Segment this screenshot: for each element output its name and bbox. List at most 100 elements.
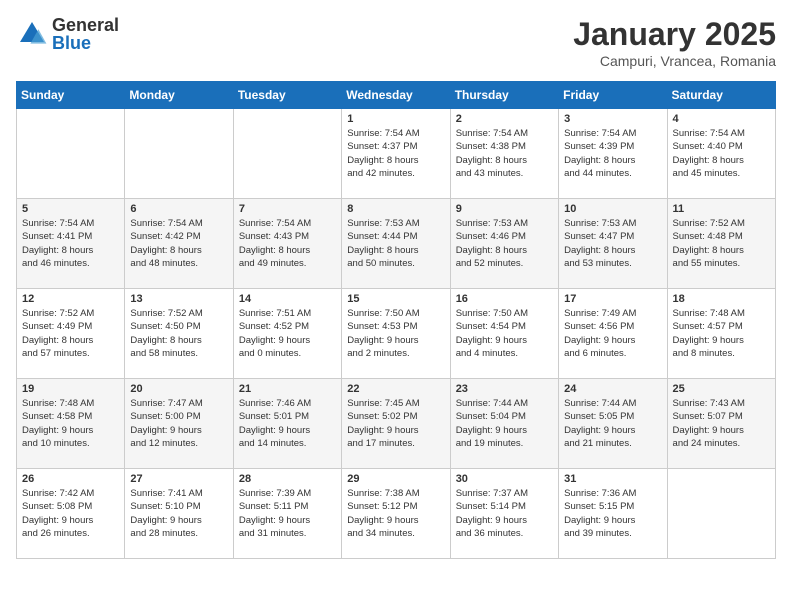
calendar-week-2: 12 Sunrise: 7:52 AM Sunset: 4:49 PM Dayli… xyxy=(17,289,776,379)
day-number: 8 xyxy=(347,203,444,215)
day-number: 27 xyxy=(130,473,227,485)
day-number: 2 xyxy=(456,113,553,125)
calendar-cell: 2 Sunrise: 7:54 AM Sunset: 4:38 PM Daylig… xyxy=(450,109,558,199)
logo-general: General xyxy=(52,16,119,34)
logo-text: General Blue xyxy=(52,16,119,52)
day-info: Sunrise: 7:50 AM Sunset: 4:53 PM Dayligh… xyxy=(347,307,444,360)
day-number: 4 xyxy=(673,113,770,125)
page-header: General Blue January 2025 Campuri, Vranc… xyxy=(16,16,776,69)
day-header-thursday: Thursday xyxy=(450,82,558,109)
calendar-cell: 31 Sunrise: 7:36 AM Sunset: 5:15 PM Dayli… xyxy=(559,469,667,559)
day-number: 19 xyxy=(22,383,119,395)
day-info: Sunrise: 7:53 AM Sunset: 4:46 PM Dayligh… xyxy=(456,217,553,270)
day-info: Sunrise: 7:54 AM Sunset: 4:42 PM Dayligh… xyxy=(130,217,227,270)
calendar-cell: 8 Sunrise: 7:53 AM Sunset: 4:44 PM Daylig… xyxy=(342,199,450,289)
logo-icon xyxy=(16,18,48,50)
day-info: Sunrise: 7:54 AM Sunset: 4:38 PM Dayligh… xyxy=(456,127,553,180)
day-number: 11 xyxy=(673,203,770,215)
day-info: Sunrise: 7:37 AM Sunset: 5:14 PM Dayligh… xyxy=(456,487,553,540)
day-number: 16 xyxy=(456,293,553,305)
calendar-cell: 29Sunrise: 7:38 AM Sunset: 5:12 PM Dayli… xyxy=(342,469,450,559)
calendar-cell: 21 Sunrise: 7:46 AM Sunset: 5:01 PM Dayli… xyxy=(233,379,341,469)
calendar-cell: 17 Sunrise: 7:49 AM Sunset: 4:56 PM Dayli… xyxy=(559,289,667,379)
day-number: 25 xyxy=(673,383,770,395)
calendar-cell: 12 Sunrise: 7:52 AM Sunset: 4:49 PM Dayli… xyxy=(17,289,125,379)
day-number: 17 xyxy=(564,293,661,305)
day-info: Sunrise: 7:36 AM Sunset: 5:15 PM Dayligh… xyxy=(564,487,661,540)
day-number: 9 xyxy=(456,203,553,215)
day-info: Sunrise: 7:54 AM Sunset: 4:41 PM Dayligh… xyxy=(22,217,119,270)
day-info: Sunrise: 7:46 AM Sunset: 5:01 PM Dayligh… xyxy=(239,397,336,450)
calendar-cell: 23 Sunrise: 7:44 AM Sunset: 5:04 PM Dayli… xyxy=(450,379,558,469)
day-number: 23 xyxy=(456,383,553,395)
day-header-tuesday: Tuesday xyxy=(233,82,341,109)
day-info: Sunrise: 7:54 AM Sunset: 4:43 PM Dayligh… xyxy=(239,217,336,270)
day-number: 14 xyxy=(239,293,336,305)
day-header-friday: Friday xyxy=(559,82,667,109)
day-number: 15 xyxy=(347,293,444,305)
calendar-cell: 27Sunrise: 7:41 AM Sunset: 5:10 PM Dayli… xyxy=(125,469,233,559)
day-number: 26 xyxy=(22,473,119,485)
calendar-cell xyxy=(233,109,341,199)
day-info: Sunrise: 7:48 AM Sunset: 4:57 PM Dayligh… xyxy=(673,307,770,360)
calendar-cell: 10 Sunrise: 7:53 AM Sunset: 4:47 PM Dayli… xyxy=(559,199,667,289)
day-info: Sunrise: 7:53 AM Sunset: 4:44 PM Dayligh… xyxy=(347,217,444,270)
day-info: Sunrise: 7:54 AM Sunset: 4:40 PM Dayligh… xyxy=(673,127,770,180)
calendar-week-3: 19Sunrise: 7:48 AM Sunset: 4:58 PM Dayli… xyxy=(17,379,776,469)
logo: General Blue xyxy=(16,16,119,52)
day-info: Sunrise: 7:49 AM Sunset: 4:56 PM Dayligh… xyxy=(564,307,661,360)
day-number: 28 xyxy=(239,473,336,485)
day-number: 3 xyxy=(564,113,661,125)
day-info: Sunrise: 7:52 AM Sunset: 4:49 PM Dayligh… xyxy=(22,307,119,360)
day-number: 21 xyxy=(239,383,336,395)
calendar-cell: 13 Sunrise: 7:52 AM Sunset: 4:50 PM Dayli… xyxy=(125,289,233,379)
calendar-cell: 4 Sunrise: 7:54 AM Sunset: 4:40 PM Daylig… xyxy=(667,109,775,199)
calendar-cell: 18 Sunrise: 7:48 AM Sunset: 4:57 PM Dayli… xyxy=(667,289,775,379)
calendar-week-4: 26 Sunrise: 7:42 AM Sunset: 5:08 PM Dayli… xyxy=(17,469,776,559)
calendar: SundayMondayTuesdayWednesdayThursdayFrid… xyxy=(16,81,776,559)
calendar-cell: 14 Sunrise: 7:51 AM Sunset: 4:52 PM Dayli… xyxy=(233,289,341,379)
calendar-cell: 19Sunrise: 7:48 AM Sunset: 4:58 PM Dayli… xyxy=(17,379,125,469)
calendar-cell: 20Sunrise: 7:47 AM Sunset: 5:00 PM Dayli… xyxy=(125,379,233,469)
day-info: Sunrise: 7:51 AM Sunset: 4:52 PM Dayligh… xyxy=(239,307,336,360)
day-header-sunday: Sunday xyxy=(17,82,125,109)
calendar-week-1: 5Sunrise: 7:54 AM Sunset: 4:41 PM Daylig… xyxy=(17,199,776,289)
day-number: 1 xyxy=(347,113,444,125)
calendar-cell: 28Sunrise: 7:39 AM Sunset: 5:11 PM Dayli… xyxy=(233,469,341,559)
calendar-cell: 6 Sunrise: 7:54 AM Sunset: 4:42 PM Daylig… xyxy=(125,199,233,289)
header-row: SundayMondayTuesdayWednesdayThursdayFrid… xyxy=(17,82,776,109)
day-info: Sunrise: 7:44 AM Sunset: 5:04 PM Dayligh… xyxy=(456,397,553,450)
calendar-cell: 30 Sunrise: 7:37 AM Sunset: 5:14 PM Dayli… xyxy=(450,469,558,559)
day-header-saturday: Saturday xyxy=(667,82,775,109)
day-number: 31 xyxy=(564,473,661,485)
day-number: 13 xyxy=(130,293,227,305)
day-number: 24 xyxy=(564,383,661,395)
day-number: 22 xyxy=(347,383,444,395)
calendar-cell xyxy=(125,109,233,199)
day-info: Sunrise: 7:52 AM Sunset: 4:50 PM Dayligh… xyxy=(130,307,227,360)
day-info: Sunrise: 7:42 AM Sunset: 5:08 PM Dayligh… xyxy=(22,487,119,540)
day-number: 12 xyxy=(22,293,119,305)
calendar-cell: 22Sunrise: 7:45 AM Sunset: 5:02 PM Dayli… xyxy=(342,379,450,469)
day-number: 30 xyxy=(456,473,553,485)
calendar-cell: 1Sunrise: 7:54 AM Sunset: 4:37 PM Daylig… xyxy=(342,109,450,199)
calendar-cell: 3Sunrise: 7:54 AM Sunset: 4:39 PM Daylig… xyxy=(559,109,667,199)
day-header-monday: Monday xyxy=(125,82,233,109)
calendar-cell: 5Sunrise: 7:54 AM Sunset: 4:41 PM Daylig… xyxy=(17,199,125,289)
day-number: 6 xyxy=(130,203,227,215)
calendar-cell: 7 Sunrise: 7:54 AM Sunset: 4:43 PM Daylig… xyxy=(233,199,341,289)
day-info: Sunrise: 7:50 AM Sunset: 4:54 PM Dayligh… xyxy=(456,307,553,360)
location: Campuri, Vrancea, Romania xyxy=(573,53,776,69)
day-number: 18 xyxy=(673,293,770,305)
day-number: 10 xyxy=(564,203,661,215)
calendar-cell: 26 Sunrise: 7:42 AM Sunset: 5:08 PM Dayli… xyxy=(17,469,125,559)
title-block: January 2025 Campuri, Vrancea, Romania xyxy=(573,16,776,69)
day-info: Sunrise: 7:53 AM Sunset: 4:47 PM Dayligh… xyxy=(564,217,661,270)
calendar-header: SundayMondayTuesdayWednesdayThursdayFrid… xyxy=(17,82,776,109)
calendar-cell: 9 Sunrise: 7:53 AM Sunset: 4:46 PM Daylig… xyxy=(450,199,558,289)
day-number: 7 xyxy=(239,203,336,215)
calendar-cell: 11Sunrise: 7:52 AM Sunset: 4:48 PM Dayli… xyxy=(667,199,775,289)
calendar-cell: 24Sunrise: 7:44 AM Sunset: 5:05 PM Dayli… xyxy=(559,379,667,469)
calendar-cell: 16 Sunrise: 7:50 AM Sunset: 4:54 PM Dayli… xyxy=(450,289,558,379)
calendar-cell: 15 Sunrise: 7:50 AM Sunset: 4:53 PM Dayli… xyxy=(342,289,450,379)
